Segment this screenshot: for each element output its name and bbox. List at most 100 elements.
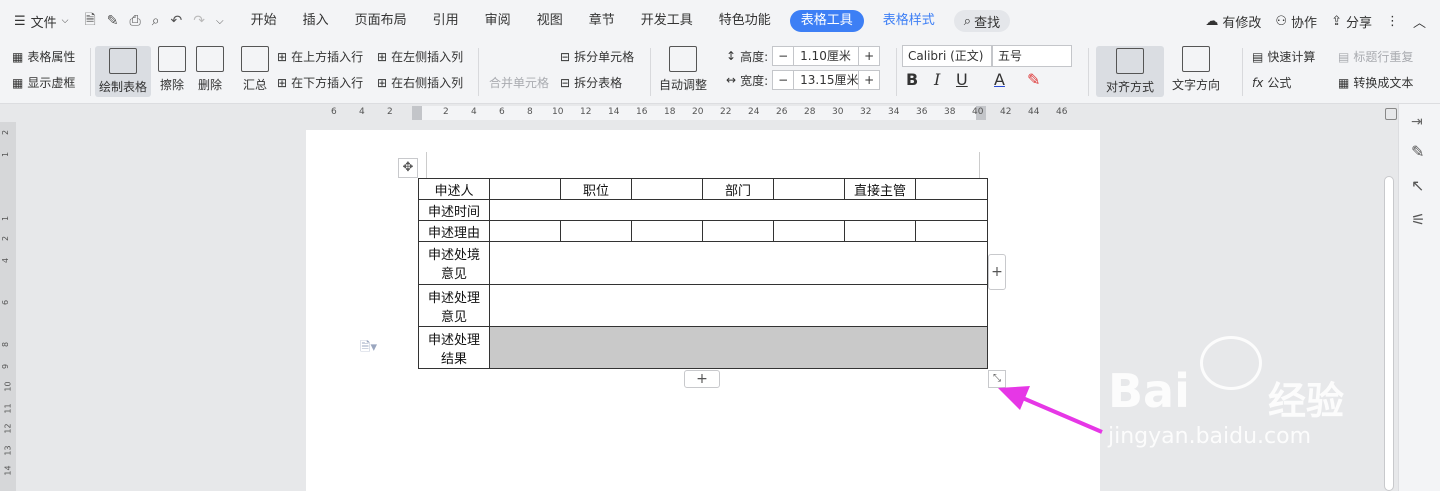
- add-column-button[interactable]: +: [988, 254, 1006, 290]
- convert-to-text-button[interactable]: ▦ 转换成文本: [1338, 74, 1413, 91]
- table-cell[interactable]: [489, 178, 561, 200]
- table-cell[interactable]: 申述时间: [418, 199, 490, 221]
- table-cell[interactable]: [631, 178, 703, 200]
- undo-icon[interactable]: ↶: [171, 13, 183, 29]
- minus-icon[interactable]: −: [773, 49, 793, 63]
- print-icon[interactable]: ⎙: [130, 13, 141, 29]
- formula-button[interactable]: fx 公式: [1252, 74, 1291, 91]
- table-cell[interactable]: 申述处理 结果: [418, 326, 490, 369]
- share-button[interactable]: ⇪ 分享: [1331, 12, 1372, 31]
- table-cell[interactable]: [702, 220, 774, 242]
- height-value[interactable]: 1.10厘米: [793, 47, 860, 65]
- align-button[interactable]: 对齐方式: [1096, 46, 1164, 97]
- table-cell[interactable]: [489, 199, 988, 221]
- width-value[interactable]: 13.15厘米: [793, 71, 860, 89]
- font-name-select[interactable]: Calibri (正文): [902, 45, 992, 67]
- collapse-icon[interactable]: ⇥: [1411, 114, 1423, 130]
- show-grid-button[interactable]: ▦ 显示虚框: [12, 74, 75, 91]
- width-stepper[interactable]: −13.15厘米 +: [772, 70, 881, 90]
- erase-button[interactable]: 擦除: [158, 46, 186, 93]
- auto-adjust-button[interactable]: 自动调整: [659, 46, 707, 93]
- tab-section[interactable]: 章节: [576, 0, 628, 42]
- plus-icon[interactable]: +: [859, 49, 879, 63]
- table-cell[interactable]: [844, 220, 916, 242]
- table-cell[interactable]: 直接主管: [844, 178, 916, 200]
- draw-table-button[interactable]: 绘制表格: [95, 46, 152, 97]
- vertical-ruler[interactable]: 2 1 1 2 4 6 8 9 10 11 12 13 14: [0, 122, 16, 491]
- table-cell[interactable]: [489, 241, 988, 285]
- font-color-icon[interactable]: A: [994, 70, 1005, 89]
- paragraph-icon[interactable]: 🗎▾: [360, 338, 377, 360]
- repeat-header-button[interactable]: ▤ 标题行重复: [1338, 48, 1413, 65]
- tab-review[interactable]: 审阅: [472, 0, 524, 42]
- panel-toggle-icon[interactable]: [1385, 108, 1397, 120]
- tab-table-style[interactable]: 表格样式: [870, 0, 948, 42]
- split-table-button[interactable]: ⊟ 拆分表格: [560, 74, 622, 91]
- add-row-button[interactable]: +: [684, 370, 720, 388]
- table-properties-button[interactable]: ▦ 表格属性: [12, 48, 75, 65]
- more-icon[interactable]: ⋮: [1386, 14, 1399, 29]
- pen-icon[interactable]: ✎: [1411, 142, 1424, 161]
- table-cell[interactable]: [915, 178, 988, 200]
- tab-references[interactable]: 引用: [420, 0, 472, 42]
- move-table-icon[interactable]: ✥: [398, 158, 418, 178]
- table-cell[interactable]: [773, 220, 845, 242]
- tab-layout[interactable]: 页面布局: [342, 0, 420, 42]
- tab-table-tools[interactable]: 表格工具: [789, 10, 864, 32]
- text-direction-button[interactable]: 文字方向: [1172, 46, 1220, 93]
- insert-row-below-button[interactable]: ⊞ 在下方插入行: [277, 74, 363, 91]
- insert-col-left-button[interactable]: ⊞ 在左侧插入列: [377, 48, 463, 65]
- format-painter-icon[interactable]: ✎: [107, 13, 119, 29]
- horizontal-ruler[interactable]: 6 4 2 2 4 6 8 10 12 14 16 18 20 22 24 26…: [0, 104, 1398, 122]
- table-cell[interactable]: [560, 220, 632, 242]
- table-cell[interactable]: 申述人: [418, 178, 490, 200]
- cell-line: 申述处理: [427, 290, 480, 306]
- ruler-marker[interactable]: [412, 106, 422, 120]
- vertical-scrollbar[interactable]: [1382, 122, 1396, 491]
- minus-icon[interactable]: −: [773, 73, 793, 87]
- delete-button[interactable]: 删除: [196, 46, 224, 93]
- collapse-ribbon-icon[interactable]: ︿: [1413, 12, 1426, 31]
- bold-icon[interactable]: B: [906, 70, 918, 89]
- insert-col-right-button[interactable]: ⊞ 在右侧插入列: [377, 74, 463, 91]
- table-cell[interactable]: 申述理由: [418, 220, 490, 242]
- tab-developer[interactable]: 开发工具: [628, 0, 706, 42]
- merge-cells-button[interactable]: 合并单元格: [489, 74, 549, 91]
- save-icon[interactable]: 🗎: [85, 9, 96, 33]
- table-cell[interactable]: [489, 220, 561, 242]
- table-cell[interactable]: 申述处理 意见: [418, 284, 490, 327]
- search-button[interactable]: ⌕ 查找: [953, 10, 1011, 32]
- document-table[interactable]: 申述人 职位 部门 直接主管 申述时间 申述理由 申述处境 意见 申述处理 意见 申…: [418, 178, 988, 369]
- underline-icon[interactable]: U: [956, 70, 968, 89]
- quick-calc-button[interactable]: ▤ 快速计算: [1252, 48, 1315, 65]
- table-cell-selected[interactable]: [489, 326, 988, 369]
- tab-view[interactable]: 视图: [524, 0, 576, 42]
- table-cell[interactable]: 部门: [702, 178, 774, 200]
- customize-icon[interactable]: ⌵: [216, 16, 224, 27]
- table-cell[interactable]: [631, 220, 703, 242]
- height-stepper[interactable]: −1.10厘米 +: [772, 46, 881, 66]
- table-cell[interactable]: 职位: [560, 178, 632, 200]
- table-cell[interactable]: [773, 178, 845, 200]
- table-cell[interactable]: 申述处境 意见: [418, 241, 490, 285]
- scrollbar-thumb[interactable]: [1384, 176, 1394, 491]
- cursor-icon[interactable]: ↖: [1411, 176, 1424, 195]
- print-preview-icon[interactable]: ⌕: [152, 13, 160, 29]
- table-cell[interactable]: [489, 284, 988, 327]
- tab-insert[interactable]: 插入: [290, 0, 342, 42]
- split-cells-button[interactable]: ⊟ 拆分单元格: [560, 48, 634, 65]
- tab-features[interactable]: 特色功能: [706, 0, 784, 42]
- table-cell[interactable]: [915, 220, 988, 242]
- highlight-icon[interactable]: ✎: [1027, 70, 1040, 89]
- settings-sliders-icon[interactable]: ⚟: [1411, 210, 1425, 229]
- modify-button[interactable]: ☁ 有修改: [1205, 12, 1261, 31]
- summary-button[interactable]: 汇总: [241, 46, 269, 93]
- file-menu[interactable]: ☰ 文件 ⌵: [0, 0, 79, 42]
- collab-button[interactable]: ⚇ 协作: [1275, 12, 1317, 31]
- plus-icon[interactable]: +: [859, 73, 879, 87]
- italic-icon[interactable]: I: [934, 70, 940, 89]
- redo-icon[interactable]: ↷: [193, 13, 205, 29]
- font-size-select[interactable]: 五号: [992, 45, 1072, 67]
- insert-row-above-button[interactable]: ⊞ 在上方插入行: [277, 48, 363, 65]
- tab-home[interactable]: 开始: [238, 0, 290, 42]
